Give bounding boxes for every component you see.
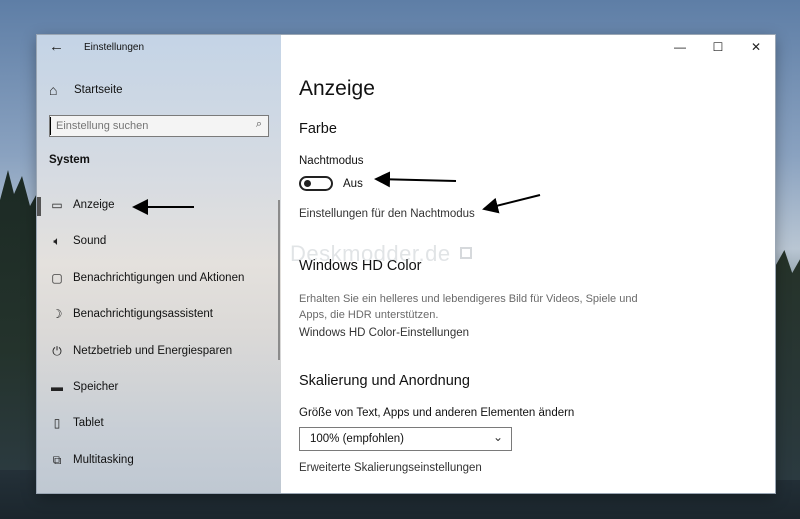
nightmode-label: Nachtmodus	[299, 155, 364, 167]
section-label: System	[49, 154, 90, 166]
nav-list: ▭ Anzeige 🔈︎ Sound ▢ Benachrichtigungen …	[37, 188, 281, 479]
app-title: Einstellungen	[84, 42, 145, 53]
sidebar-scrollbar[interactable]	[278, 200, 280, 360]
toggle-knob	[304, 180, 311, 187]
hdr-settings-link[interactable]: Windows HD Color-Einstellungen	[299, 327, 469, 339]
sidebar-item-label: Sound	[73, 235, 107, 248]
page-title: Anzeige	[299, 77, 375, 100]
sidebar-item-anzeige[interactable]: ▭ Anzeige	[37, 188, 281, 224]
chevron-down-icon: ⌄	[492, 430, 503, 444]
back-arrow-icon[interactable]: ←	[49, 38, 64, 55]
power-icon: ⏻	[52, 343, 62, 358]
home-icon: ⌂	[49, 82, 58, 98]
advanced-scaling-link[interactable]: Erweiterte Skalierungseinstellungen	[299, 462, 482, 474]
search-box[interactable]: ⌕	[49, 115, 269, 137]
speaker-icon: 🔈︎	[53, 234, 61, 249]
sidebar-item-label: Anzeige	[73, 199, 115, 211]
desktop-trees	[0, 170, 40, 470]
sidebar-item-label: Netzbetrieb und Energiesparen	[73, 344, 233, 357]
nav-home[interactable]: ⌂ Startseite	[37, 79, 281, 103]
sidebar-item-label: Benachrichtigungsassistent	[73, 308, 213, 321]
notification-icon: ▢	[51, 270, 63, 285]
nightmode-settings-link[interactable]: Einstellungen für den Nachtmodus	[299, 208, 475, 220]
tablet-icon: ▯	[53, 416, 61, 431]
search-input[interactable]	[50, 117, 240, 135]
sidebar-item-label: Benachrichtigungen und Aktionen	[73, 271, 245, 284]
sidebar-item-multitasking[interactable]: ⧉ Multitasking	[37, 443, 281, 479]
sidebar: ← Einstellungen ⌂ Startseite ⌕ System ▭ …	[37, 35, 281, 493]
scaling-heading: Skalierung und Anordnung	[299, 373, 470, 389]
farbe-heading: Farbe	[299, 121, 337, 137]
sidebar-item-focus-assist[interactable]: ☽ Benachrichtigungsassistent	[37, 297, 281, 333]
maximize-button[interactable]: ☐	[699, 35, 737, 63]
watermark: Deskmodder.de	[290, 241, 451, 266]
sidebar-item-sound[interactable]: 🔈︎ Sound	[37, 224, 281, 260]
nav-home-label: Startseite	[74, 84, 123, 96]
search-icon[interactable]: ⌕	[256, 118, 262, 131]
sidebar-item-storage[interactable]: ▬ Speicher	[37, 370, 281, 406]
window-controls: — ☐ ✕	[661, 35, 775, 63]
sidebar-item-power[interactable]: ⏻ Netzbetrieb und Energiesparen	[37, 334, 281, 370]
sidebar-item-label: Tablet	[73, 417, 104, 430]
multitasking-icon: ⧉	[52, 452, 62, 467]
titlebar-left: ← Einstellungen	[37, 35, 281, 63]
scaling-size-label: Größe von Text, Apps und anderen Element…	[299, 407, 575, 419]
storage-icon: ▬	[51, 379, 63, 394]
sidebar-item-tablet[interactable]: ▯ Tablet	[37, 406, 281, 442]
hdr-description: Erhalten Sie ein helleres und lebendiger…	[299, 293, 638, 321]
scaling-dropdown[interactable]: 100% (empfohlen) ⌄	[299, 427, 512, 451]
moon-icon: ☽	[51, 307, 63, 322]
desktop-trees-right	[774, 250, 800, 480]
scaling-dropdown-value: 100% (empfohlen)	[310, 433, 404, 445]
sidebar-item-notifications[interactable]: ▢ Benachrichtigungen und Aktionen	[37, 261, 281, 297]
sidebar-item-label: Speicher	[73, 380, 119, 393]
watermark-logo	[460, 247, 472, 259]
sidebar-item-label: Multitasking	[73, 453, 134, 466]
display-icon: ▭	[51, 198, 63, 212]
nightmode-toggle[interactable]	[299, 176, 333, 191]
nightmode-state: Aus	[343, 178, 363, 190]
close-button[interactable]: ✕	[737, 35, 775, 63]
minimize-button[interactable]: —	[661, 35, 699, 63]
